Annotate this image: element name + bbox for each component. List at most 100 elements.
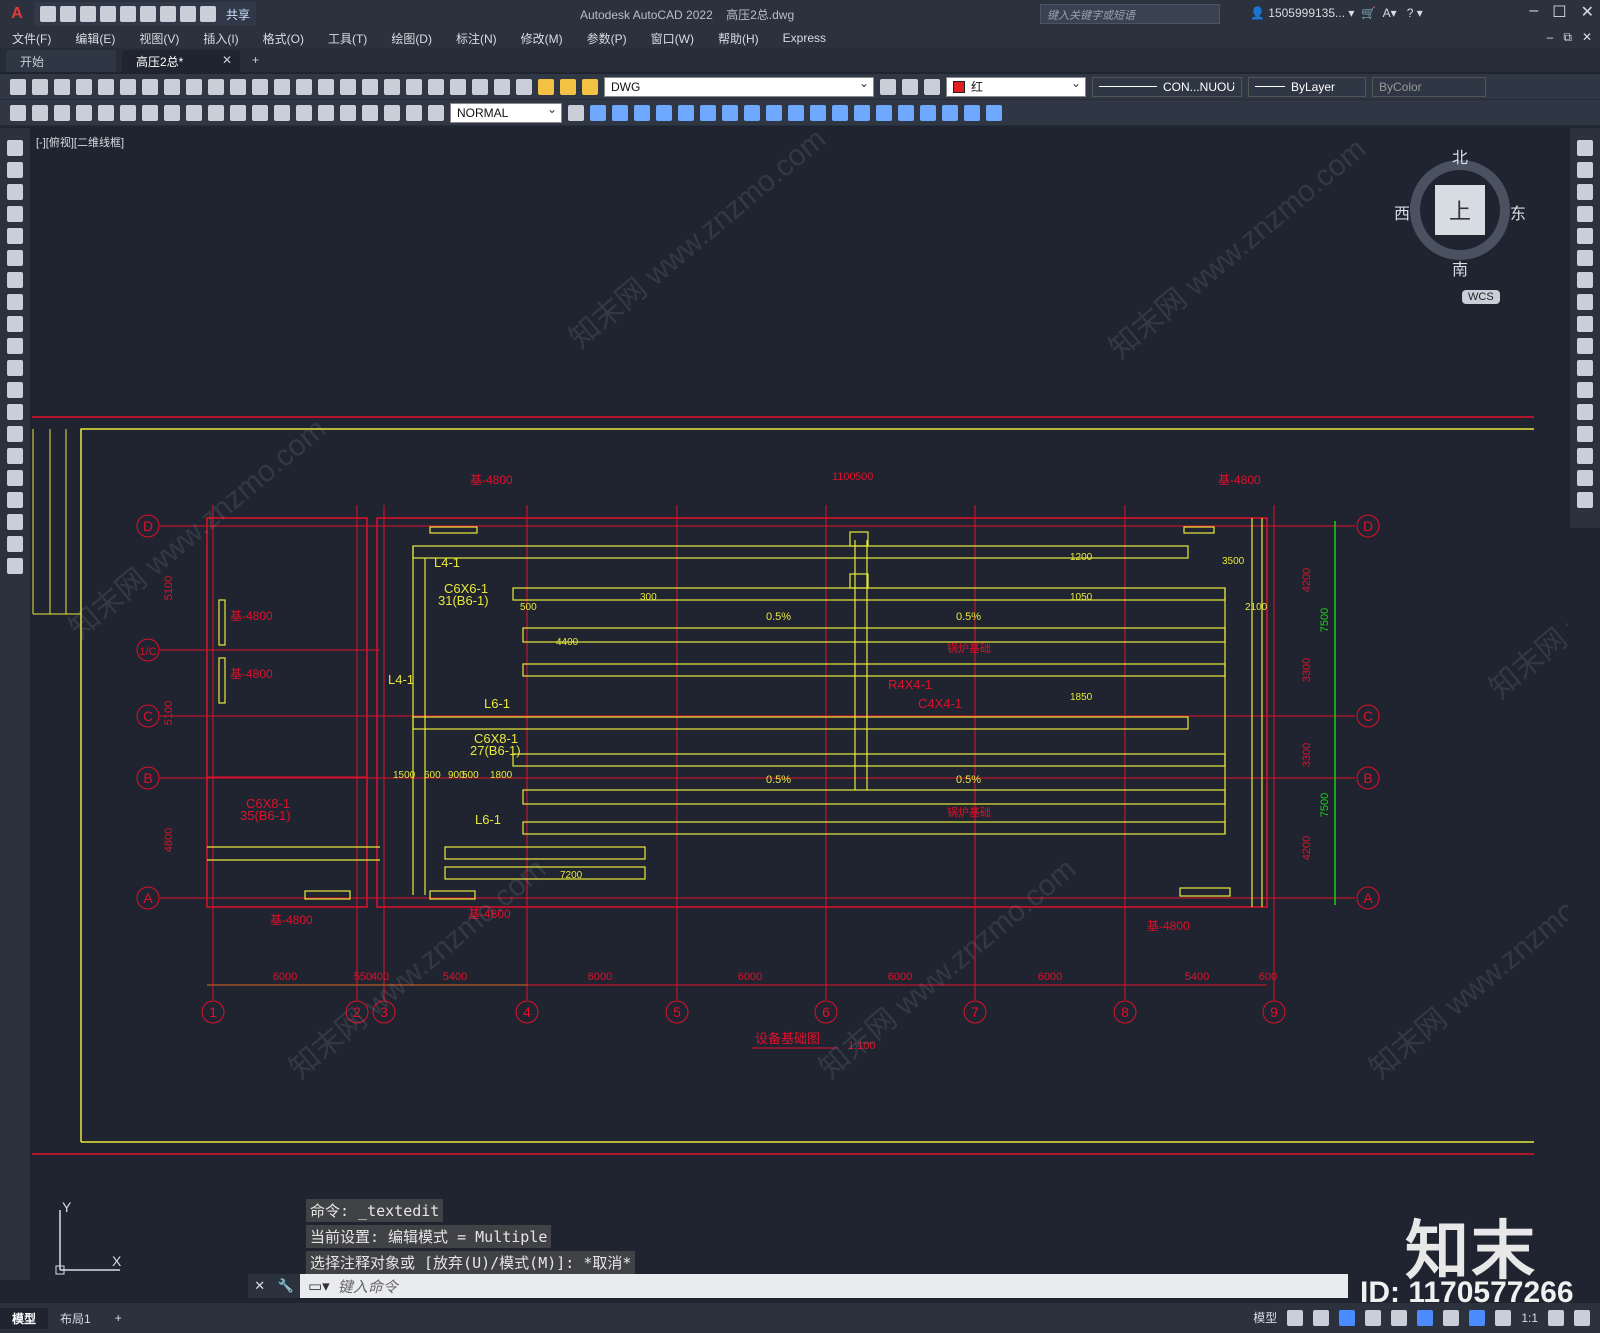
customize-status-icon[interactable] bbox=[1574, 1309, 1590, 1326]
save-icon[interactable] bbox=[80, 6, 96, 22]
annotation-visibility-icon[interactable] bbox=[1469, 1309, 1486, 1326]
compass-east[interactable]: 东 bbox=[1510, 200, 1526, 224]
menu-express[interactable]: Express bbox=[771, 31, 838, 45]
inspect-icon[interactable] bbox=[340, 104, 356, 121]
menu-help[interactable]: 帮助(H) bbox=[706, 30, 771, 47]
drawing-canvas[interactable]: 1 2 3 4 5 6 7 8 9 D D C C B B A A 1/C 60… bbox=[32, 122, 1600, 1280]
dim-aligned-icon[interactable] bbox=[32, 104, 48, 121]
join-icon[interactable] bbox=[1577, 404, 1593, 420]
fillet-icon[interactable] bbox=[1577, 448, 1593, 464]
view-icon-2[interactable] bbox=[612, 104, 628, 121]
array-icon[interactable] bbox=[1577, 228, 1593, 244]
add-layout-button[interactable]: + bbox=[103, 1309, 134, 1327]
view-cube[interactable]: 上 北 南 西 东 bbox=[1394, 150, 1526, 279]
snap-icon[interactable] bbox=[1313, 1309, 1330, 1326]
dim-linear-icon[interactable] bbox=[10, 104, 26, 121]
layer-previous-icon[interactable] bbox=[902, 78, 918, 95]
dim-edit-icon[interactable] bbox=[384, 104, 400, 121]
minimize-icon[interactable]: – bbox=[1529, 2, 1538, 22]
trim-icon[interactable] bbox=[1577, 338, 1593, 354]
workspace-icon[interactable] bbox=[1548, 1309, 1564, 1326]
make-current-layer-icon[interactable] bbox=[880, 78, 896, 95]
properties-icon[interactable] bbox=[362, 78, 378, 95]
dim-radius-icon[interactable] bbox=[98, 104, 114, 121]
view-icon-19[interactable] bbox=[986, 104, 1002, 121]
zoom-window-icon[interactable] bbox=[318, 78, 334, 95]
jogged-linear-icon[interactable] bbox=[362, 104, 378, 121]
mtext-icon[interactable] bbox=[7, 536, 23, 552]
command-line[interactable]: ✕ 🔧 ▭▾ 键入命令 bbox=[248, 1274, 1348, 1298]
doc-minimize-icon[interactable]: – bbox=[1547, 30, 1554, 45]
preview-icon[interactable] bbox=[98, 78, 114, 95]
dim-jogged-icon[interactable] bbox=[120, 104, 136, 121]
model-space-toggle[interactable]: 模型 bbox=[1253, 1309, 1277, 1326]
tolerance-icon[interactable] bbox=[296, 104, 312, 121]
stretch-icon[interactable] bbox=[1577, 316, 1593, 332]
view-icon-18[interactable] bbox=[964, 104, 980, 121]
design-center-icon[interactable] bbox=[384, 78, 400, 95]
grid-icon[interactable] bbox=[1287, 1309, 1304, 1326]
layout-tab-model[interactable]: 模型 bbox=[0, 1307, 49, 1329]
dim-space-icon[interactable] bbox=[252, 104, 268, 121]
view-icon-5[interactable] bbox=[678, 104, 694, 121]
close-command-icon[interactable]: ✕ bbox=[254, 1278, 265, 1294]
view-icon-3[interactable] bbox=[634, 104, 650, 121]
undo-icon[interactable] bbox=[180, 6, 196, 22]
dim-break-icon[interactable] bbox=[274, 104, 290, 121]
tab-drawing[interactable]: 高压2总* ✕ bbox=[122, 50, 240, 72]
view-icon-9[interactable] bbox=[766, 104, 782, 121]
annotation-scale[interactable]: 1:1 bbox=[1521, 1311, 1538, 1325]
doc-close-icon[interactable]: ✕ bbox=[1582, 30, 1592, 45]
wcs-menu[interactable]: WCS bbox=[1462, 290, 1500, 304]
tab-close-icon[interactable]: ✕ bbox=[222, 53, 232, 67]
sheet-set-icon[interactable] bbox=[428, 78, 444, 95]
copy-object-icon[interactable] bbox=[1577, 162, 1593, 178]
hatch-icon[interactable] bbox=[7, 448, 23, 464]
view-icon-4[interactable] bbox=[656, 104, 672, 121]
new-tab-button[interactable]: + bbox=[246, 50, 270, 72]
compass-west[interactable]: 西 bbox=[1394, 200, 1410, 224]
add-selected-icon[interactable] bbox=[7, 558, 23, 574]
pan-icon[interactable] bbox=[274, 78, 290, 95]
view-icon-14[interactable] bbox=[876, 104, 892, 121]
osnap-icon[interactable] bbox=[1417, 1309, 1434, 1326]
menu-edit[interactable]: 编辑(E) bbox=[63, 30, 127, 47]
layer-state-icon[interactable] bbox=[924, 78, 940, 95]
make-block-icon[interactable] bbox=[7, 404, 23, 420]
autocad-logo-icon[interactable]: A bbox=[0, 0, 34, 28]
ortho-icon[interactable] bbox=[1339, 1309, 1356, 1326]
menu-modify[interactable]: 修改(M) bbox=[509, 30, 575, 47]
circle-icon[interactable] bbox=[7, 272, 23, 288]
table-icon[interactable] bbox=[7, 514, 23, 530]
view-icon-13[interactable] bbox=[854, 104, 870, 121]
plotstyle-dropdown[interactable]: ByColor bbox=[1372, 76, 1486, 97]
linetype-dropdown[interactable]: CON...NUOU bbox=[1092, 76, 1242, 97]
open-icon[interactable] bbox=[32, 78, 48, 95]
arc-icon[interactable] bbox=[7, 250, 23, 266]
move-icon[interactable] bbox=[1577, 250, 1593, 266]
markup-icon[interactable] bbox=[450, 78, 466, 95]
plot-icon[interactable] bbox=[76, 78, 92, 95]
menu-insert[interactable]: 插入(I) bbox=[191, 30, 250, 47]
redo-icon[interactable] bbox=[252, 78, 268, 95]
polar-icon[interactable] bbox=[1365, 1309, 1382, 1326]
viewport-controls[interactable]: [-][俯视][二维线框] bbox=[36, 134, 124, 150]
compass-south[interactable]: 南 bbox=[1452, 256, 1468, 280]
new-icon[interactable] bbox=[40, 6, 56, 22]
zoom-realtime-icon[interactable] bbox=[296, 78, 312, 95]
scale-icon[interactable] bbox=[1577, 294, 1593, 310]
open-icon[interactable] bbox=[60, 6, 76, 22]
line-icon[interactable] bbox=[7, 140, 23, 156]
revcloud-icon[interactable] bbox=[7, 294, 23, 310]
lineweight-dropdown[interactable]: ByLayer bbox=[1248, 76, 1366, 97]
maximize-icon[interactable]: ☐ bbox=[1552, 2, 1566, 22]
layer-freeze-icon[interactable] bbox=[560, 78, 576, 95]
view-icon-12[interactable] bbox=[832, 104, 848, 121]
explode-icon[interactable] bbox=[1577, 492, 1593, 508]
compass-north[interactable]: 北 bbox=[1452, 144, 1468, 168]
print-icon[interactable] bbox=[160, 6, 176, 22]
blend-icon[interactable] bbox=[1577, 470, 1593, 486]
calculator-icon[interactable] bbox=[472, 78, 488, 95]
region-icon[interactable] bbox=[7, 492, 23, 508]
erase-icon[interactable] bbox=[1577, 140, 1593, 156]
